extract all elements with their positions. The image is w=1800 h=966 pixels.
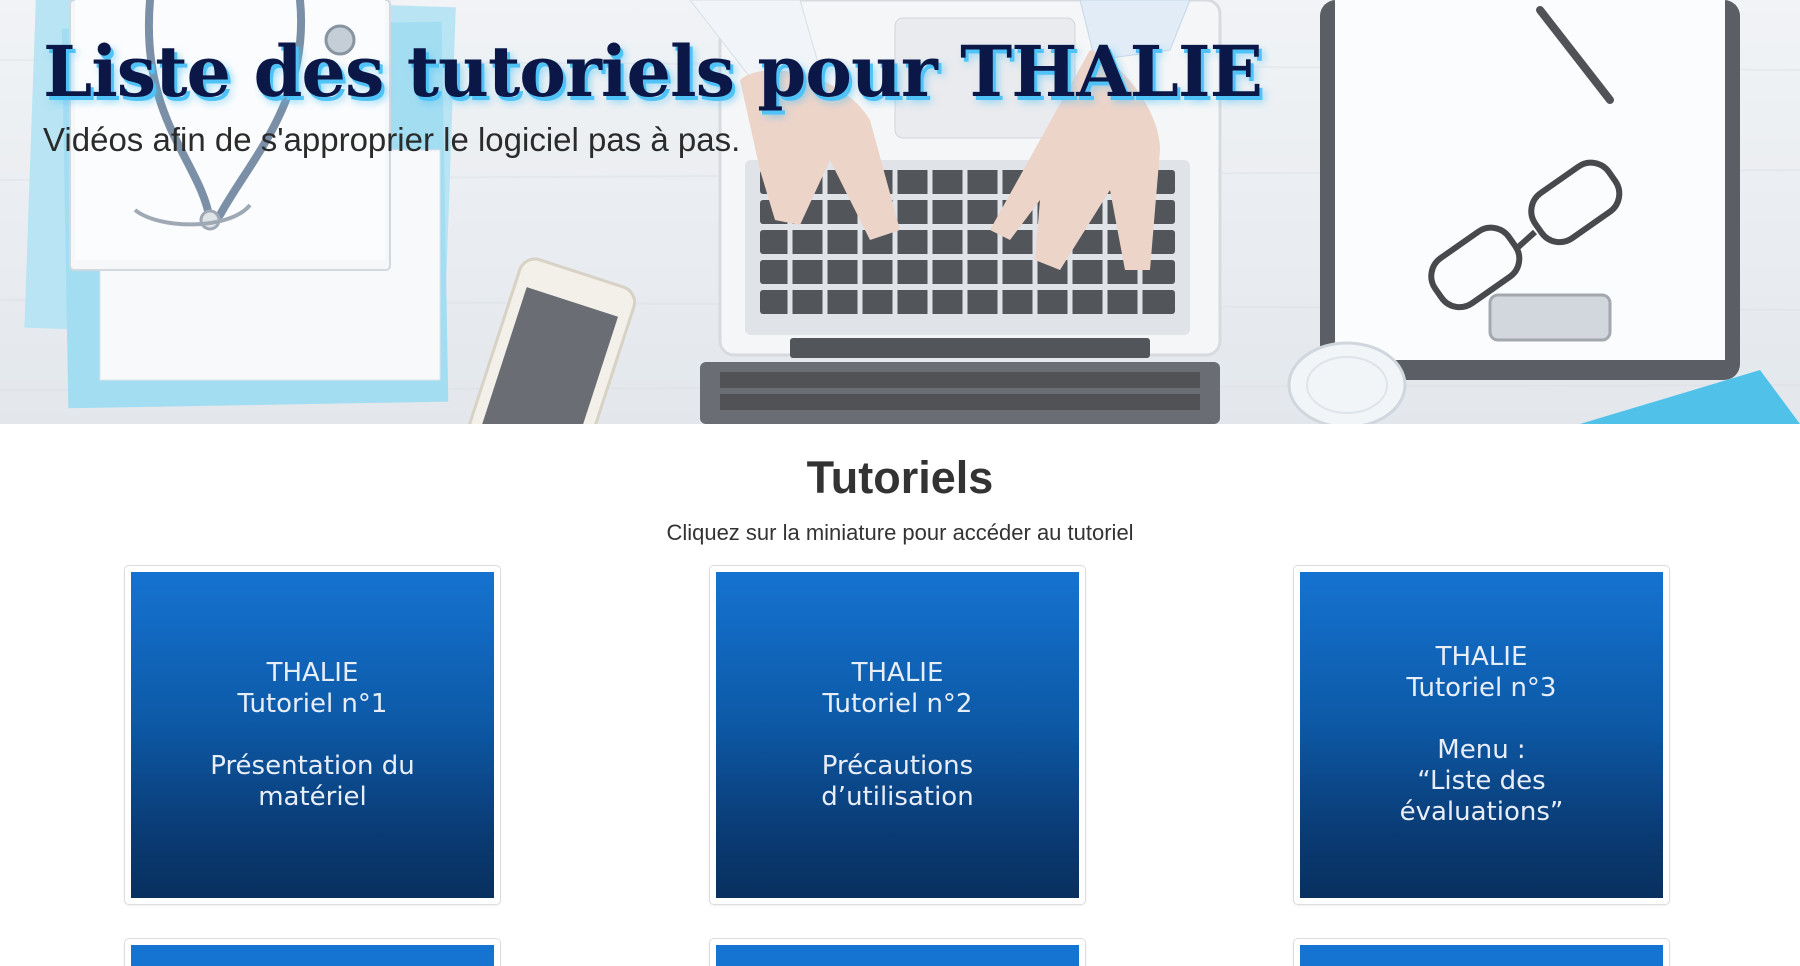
- tutorial-line: Tutoriel n°3: [1406, 673, 1557, 703]
- tutorial-thumbnail[interactable]: [716, 945, 1079, 966]
- tutorial-thumbnail-text: THALIE Tutoriel n°2 Précautions d’utilis…: [821, 658, 973, 813]
- tutorial-line: THALIE: [266, 657, 359, 688]
- tutorial-card-3[interactable]: THALIE Tutoriel n°3 Menu : “Liste des év…: [1293, 565, 1670, 905]
- page-title: Liste des tutoriels pour THALIE: [43, 30, 1263, 113]
- tutorial-line: d’utilisation: [821, 781, 974, 812]
- tutorial-card-1[interactable]: THALIE Tutoriel n°1 Présentation du maté…: [124, 565, 501, 905]
- tutorial-thumbnail[interactable]: [131, 945, 494, 966]
- tutorial-line: Précautions: [821, 750, 974, 781]
- tutorial-card-4[interactable]: [124, 938, 501, 966]
- tutorial-line: “Liste des: [1417, 766, 1546, 796]
- tutorial-line: Tutoriel n°2: [822, 688, 973, 719]
- tutorial-thumbnail-text: THALIE Tutoriel n°1 Présentation du maté…: [210, 658, 415, 813]
- section-title: Tutoriels: [806, 452, 994, 503]
- tutorial-thumbnail[interactable]: THALIE Tutoriel n°2 Précautions d’utilis…: [716, 572, 1079, 898]
- tutorial-line: THALIE: [1435, 642, 1528, 672]
- tutorial-card-5[interactable]: [709, 938, 1086, 966]
- tutorial-thumbnail[interactable]: THALIE Tutoriel n°1 Présentation du maté…: [131, 572, 494, 898]
- tutorial-card-6[interactable]: [1293, 938, 1670, 966]
- tutorial-line: [1400, 704, 1564, 735]
- tutorial-thumbnail[interactable]: [1300, 945, 1663, 966]
- tutorial-line: évaluations”: [1399, 797, 1564, 827]
- tutorial-line: matériel: [258, 781, 367, 812]
- tutorial-thumbnail-text: THALIE Tutoriel n°3 Menu : “Liste des év…: [1400, 642, 1564, 828]
- page-subtitle: Vidéos afin de s'approprier le logiciel …: [43, 121, 741, 158]
- tutorial-line: [821, 720, 973, 751]
- hero-banner: Liste des tutoriels pour THALIE Vidéos a…: [0, 0, 1800, 424]
- tutorial-line: Tutoriel n°1: [237, 688, 388, 719]
- tutorial-line: Présentation du: [210, 750, 415, 781]
- tutorial-card-2[interactable]: THALIE Tutoriel n°2 Précautions d’utilis…: [709, 565, 1086, 905]
- section-hint: Cliquez sur la miniature pour accéder au…: [666, 520, 1134, 545]
- tutorial-thumbnail[interactable]: THALIE Tutoriel n°3 Menu : “Liste des év…: [1300, 572, 1663, 898]
- tutorial-line: Menu :: [1437, 735, 1526, 765]
- tutorial-line: [210, 720, 415, 751]
- tutorial-line: THALIE: [851, 657, 944, 688]
